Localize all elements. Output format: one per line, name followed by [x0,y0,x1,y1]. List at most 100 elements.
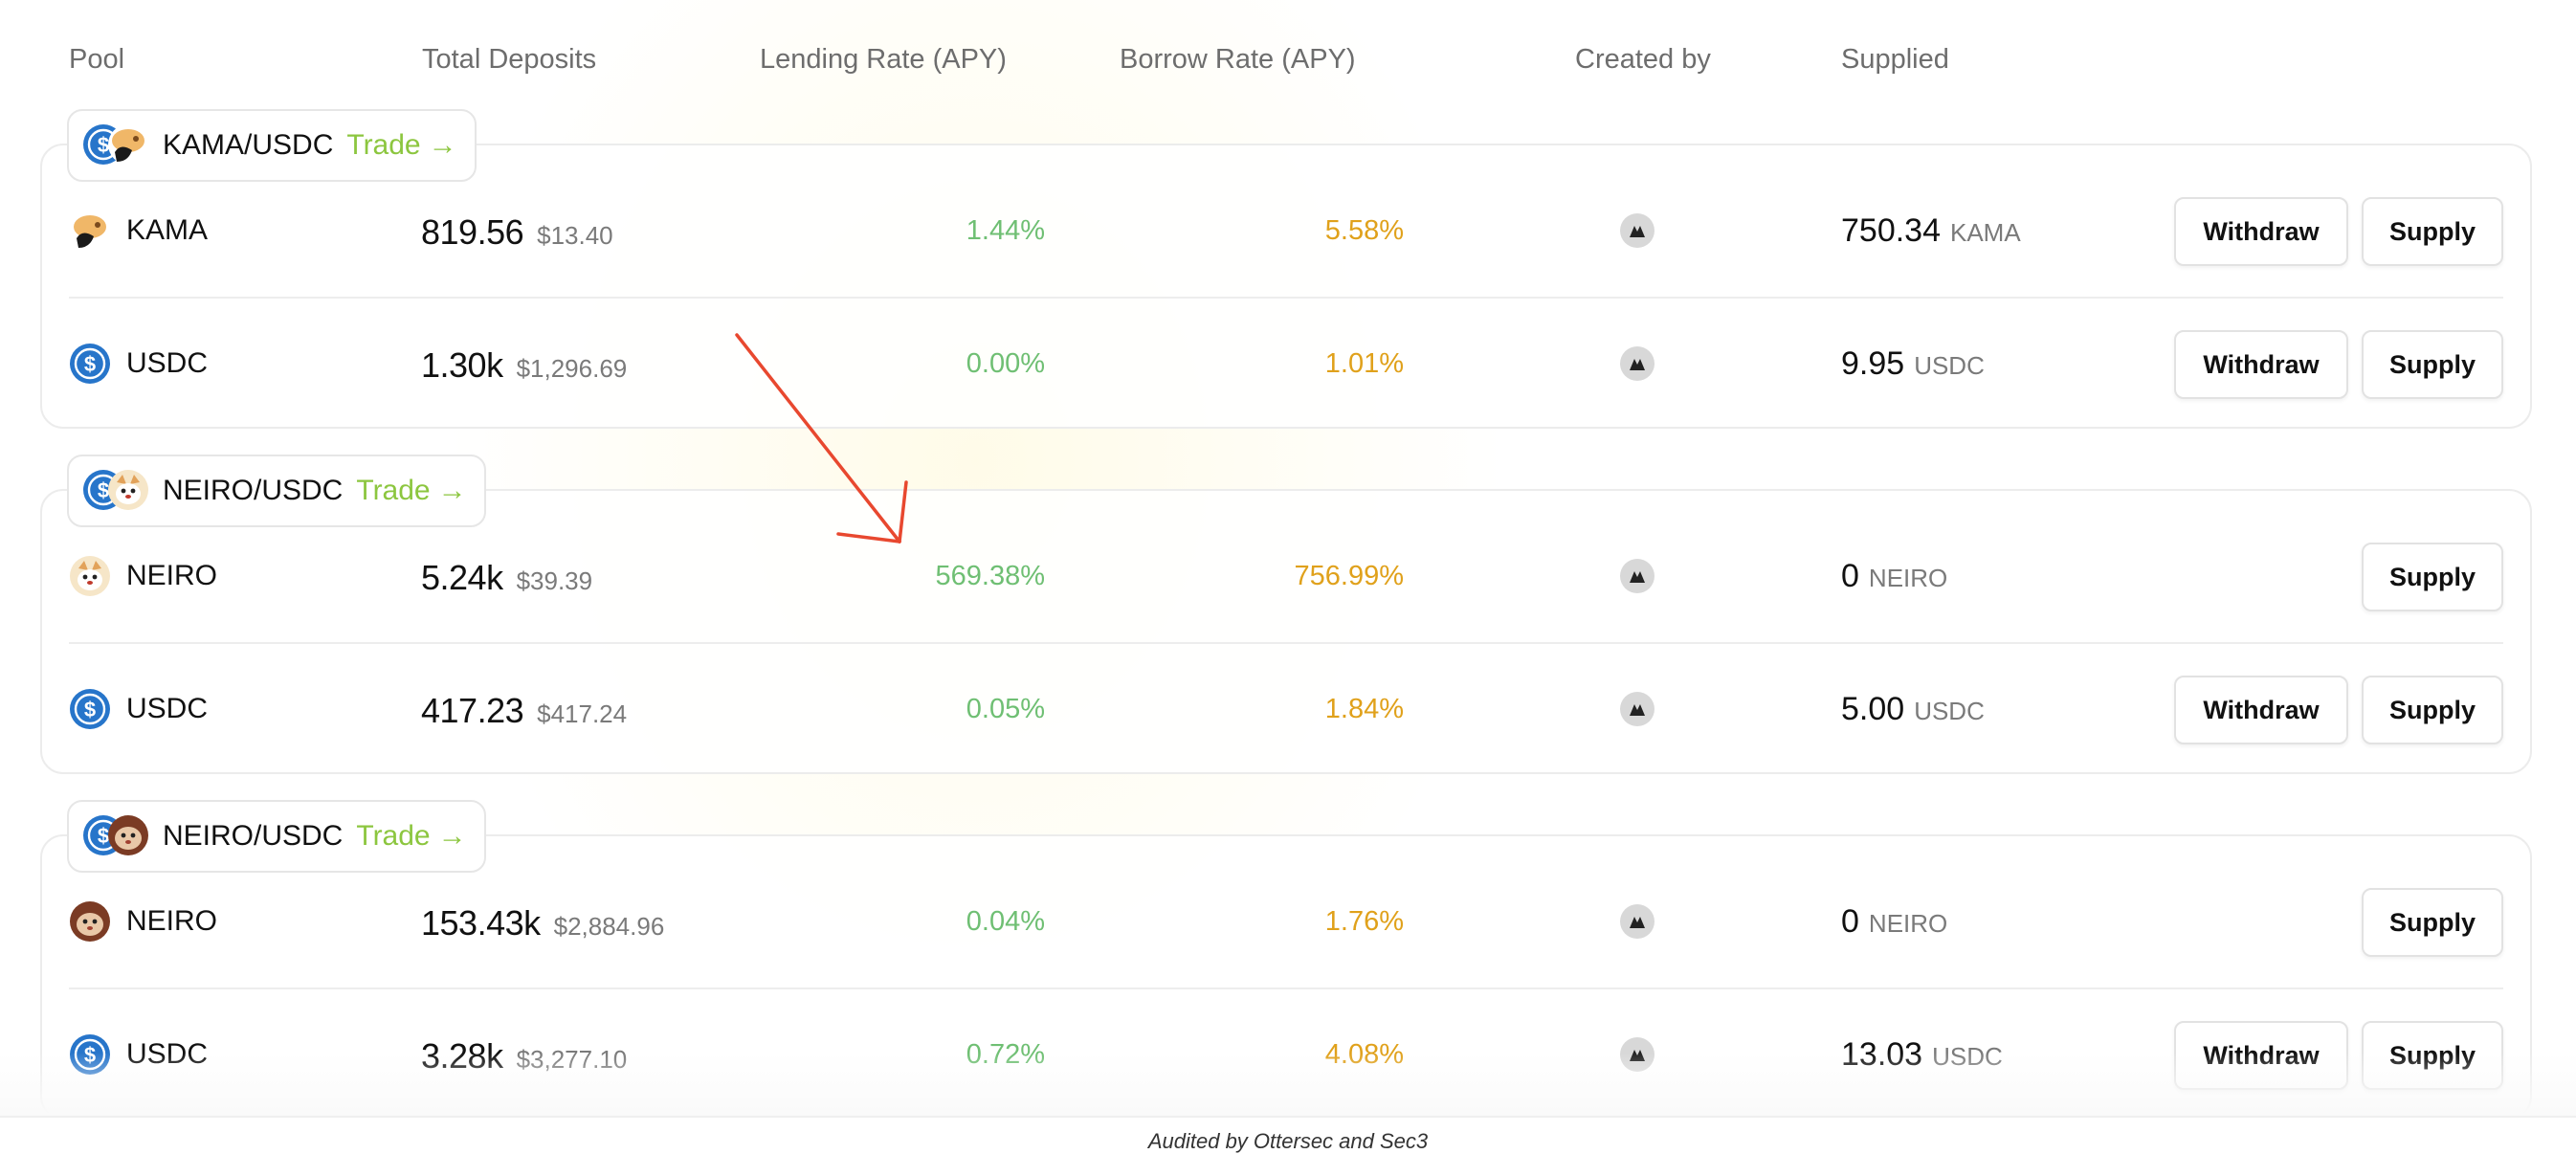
withdraw-button[interactable]: Withdraw [2174,330,2348,399]
pool-tag-neiro-usdc: NEIRO/USDC Trade → [67,455,486,527]
supplied-amount: 5.00 [1841,691,1905,727]
pool-name: NEIRO/USDC [163,820,344,852]
asset-cell: NEIRO [69,510,217,642]
asset-name: NEIRO [126,905,218,937]
trade-link[interactable]: Trade → [356,475,466,507]
deposits-usd: $417.24 [537,699,628,728]
withdraw-button[interactable]: Withdraw [2174,197,2348,266]
borrow-rate: 1.84% [1324,694,1404,724]
table-row: USDC 1.30k $1,296.69 0.00% 1.01% 9.95 US… [40,298,2532,430]
deposits-cell: 1.30k $1,296.69 [421,298,627,430]
column-lending-rate: Lending Rate (APY) [760,44,1007,75]
trade-label: Trade [356,820,431,852]
kama-token-icon [69,210,111,252]
deposits-usd: $2,884.96 [553,912,665,941]
arrow-right-icon: → [428,129,457,161]
borrow-rate: 1.76% [1324,906,1404,937]
deposits-cell: 819.56 $13.40 [421,165,613,297]
table-header: Pool Total Deposits Lending Rate (APY) B… [0,0,2576,124]
borrow-rate: 1.01% [1324,348,1404,379]
supplied-cell: 750.34 KAMA [1841,165,2021,297]
neiro-token-icon [69,555,111,597]
deposits-cell: 417.23 $417.24 [421,643,627,775]
deposits-usd: $1,296.69 [516,354,628,383]
table-row: NEIRO 153.43k $2,884.96 0.04% 1.76% 0 NE… [40,855,2532,988]
deposits-amount: 819.56 [421,212,524,252]
supplied-cell: 5.00 USDC [1841,643,1985,775]
kama-token-icon [107,123,149,166]
lending-rate: 0.00% [966,348,1045,379]
column-pool: Pool [69,44,125,75]
neiro-token-icon [107,469,149,511]
usdc-token-icon [69,688,111,730]
table-row: KAMA 819.56 $13.40 1.44% 5.58% 750.34 KA… [40,165,2532,297]
supplied-cell: 0 NEIRO [1841,855,1947,988]
asset-cell: USDC [69,643,208,775]
creator-avatar-icon[interactable] [1619,558,1655,594]
withdraw-button[interactable]: Withdraw [2174,676,2348,744]
audit-notice: Audited by Ottersec and Sec3 [1147,1129,1429,1153]
asset-name: KAMA [126,214,209,246]
supply-button[interactable]: Supply [2362,197,2503,266]
pair-icons [82,814,149,858]
deposits-amount: 153.43k [421,903,541,943]
trade-label: Trade [346,129,421,161]
column-borrow-rate: Borrow Rate (APY) [1120,44,1356,75]
deposits-cell: 5.24k $39.39 [421,510,592,642]
supplied-amount: 9.95 [1841,345,1905,382]
deposits-amount: 1.30k [421,345,503,385]
supply-button[interactable]: Supply [2362,676,2503,744]
lending-rate: 569.38% [935,561,1046,591]
asset-cell: KAMA [69,165,208,297]
creator-avatar-icon[interactable] [1619,903,1655,940]
pool-tag-neiro-usdc-2: NEIRO/USDC Trade → [67,800,486,873]
arrow-right-icon: → [437,820,467,852]
pool-tag-kama-usdc: KAMA/USDC Trade → [67,109,477,182]
lending-rate: 0.04% [966,906,1045,937]
arrow-right-icon: → [437,475,467,506]
supply-button[interactable]: Supply [2362,543,2503,611]
lending-rate: 0.05% [966,694,1045,724]
asset-cell: USDC [69,298,208,430]
borrow-rate: 756.99% [1294,561,1405,591]
supplied-cell: 0 NEIRO [1841,510,1947,642]
trade-link[interactable]: Trade → [356,820,466,853]
deposits-usd: $13.40 [537,221,613,250]
footer-fade [0,1053,2576,1116]
pool-name: KAMA/USDC [163,129,334,161]
lending-rate: 1.44% [966,215,1045,246]
supplied-unit: KAMA [1950,218,2021,247]
creator-avatar-icon[interactable] [1619,212,1655,249]
neiro-token-icon [69,900,111,943]
asset-name: NEIRO [126,560,218,591]
pair-icons [82,123,149,167]
trade-label: Trade [356,475,431,506]
deposits-amount: 417.23 [421,691,524,730]
supplied-cell: 9.95 USDC [1841,298,1985,430]
supplied-amount: 0 [1841,558,1859,594]
supply-button[interactable]: Supply [2362,330,2503,399]
supplied-amount: 750.34 [1841,212,1941,249]
pool-name: NEIRO/USDC [163,475,344,506]
asset-cell: NEIRO [69,855,217,988]
supplied-unit: NEIRO [1868,909,1948,938]
deposits-cell: 153.43k $2,884.96 [421,855,664,988]
supplied-unit: USDC [1914,351,1985,380]
pair-icons [82,469,149,513]
neiro-token-icon [107,814,149,856]
column-supplied: Supplied [1841,44,1949,75]
creator-avatar-icon[interactable] [1619,691,1655,727]
deposits-amount: 5.24k [421,558,503,597]
usdc-token-icon [69,343,111,385]
table-row: USDC 417.23 $417.24 0.05% 1.84% 5.00 USD… [40,643,2532,775]
creator-avatar-icon[interactable] [1619,345,1655,382]
supply-button[interactable]: Supply [2362,888,2503,957]
supplied-unit: NEIRO [1868,564,1948,592]
column-created-by: Created by [1575,44,1711,75]
column-total-deposits: Total Deposits [422,44,597,75]
supplied-amount: 0 [1841,903,1859,940]
deposits-usd: $39.39 [516,566,593,595]
borrow-rate: 5.58% [1324,215,1404,246]
trade-link[interactable]: Trade → [346,129,456,162]
supplied-unit: USDC [1914,697,1985,725]
